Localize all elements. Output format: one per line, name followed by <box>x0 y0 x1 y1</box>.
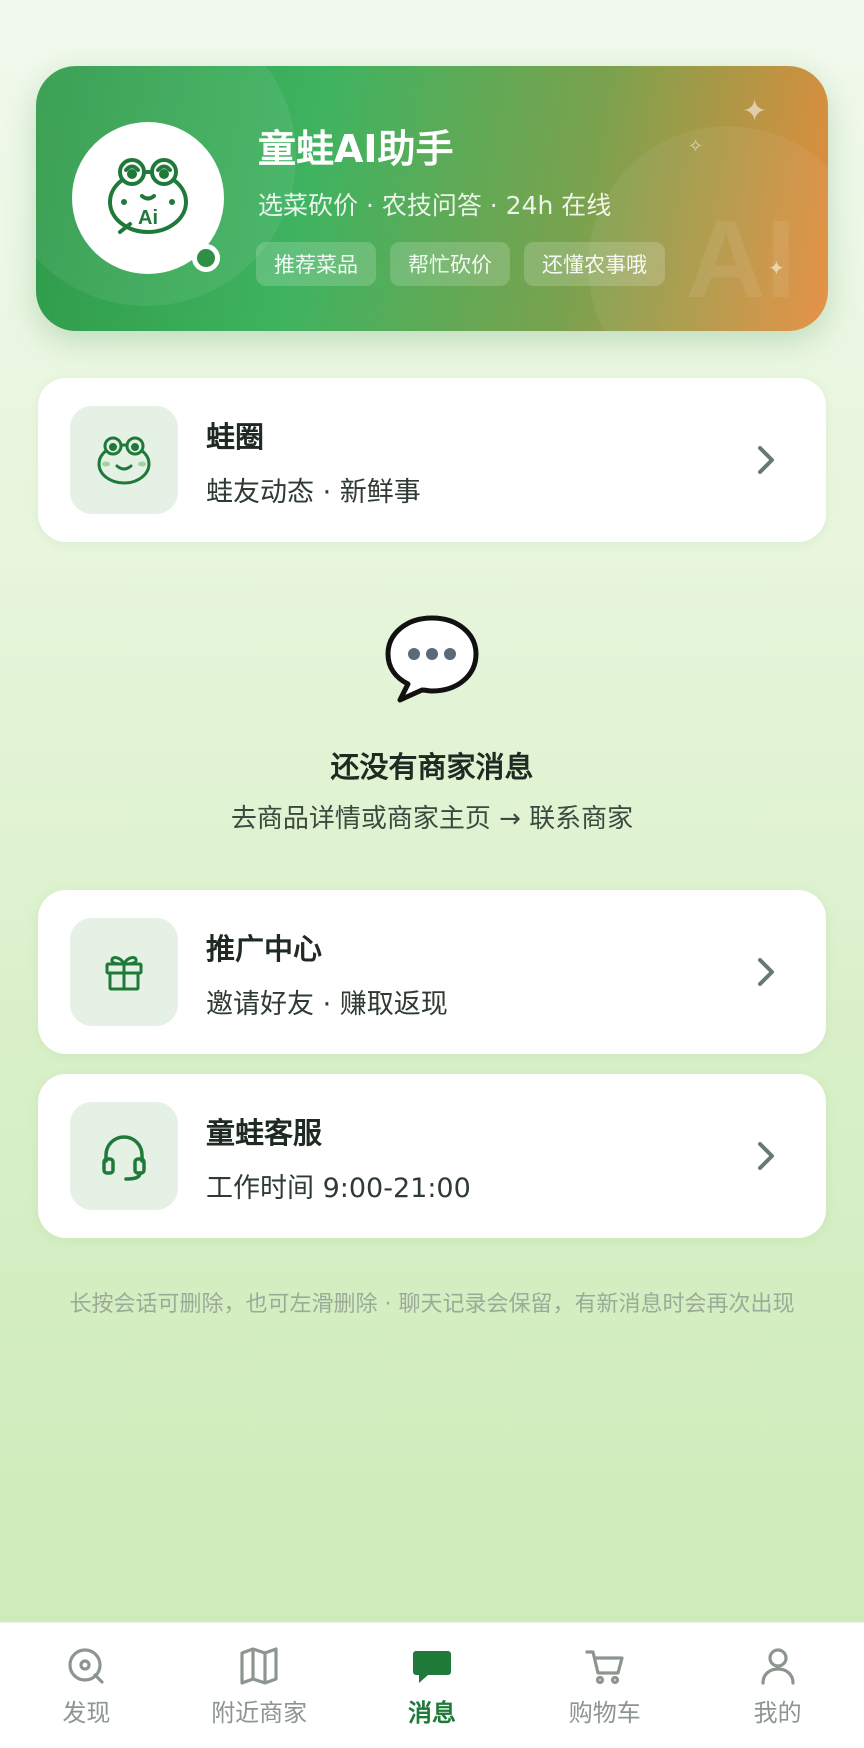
cart-icon <box>585 1650 624 1685</box>
sparkle-icon: ✦ <box>742 94 768 129</box>
profile-icon <box>760 1648 795 1685</box>
tab-profile[interactable]: 我的 <box>691 1623 864 1748</box>
card-title: 蛙圈 <box>206 420 265 454</box>
customer-service-card[interactable]: 童蛙客服 工作时间 9:00-21:00 <box>38 1074 826 1238</box>
gift-icon <box>105 956 143 991</box>
chip-recommend[interactable]: 推荐菜品 <box>256 242 376 286</box>
ai-assistant-card[interactable]: AI ✦ ✧ ✦ Ai 童蛙AI助手 选菜砍价 · 农技问答 · 24h 在线 … <box>36 66 828 331</box>
ai-title: 童蛙AI助手 <box>258 127 454 171</box>
frog-circle-card[interactable]: 蛙圈 蛙友动态 · 新鲜事 <box>38 378 826 542</box>
chip-bargain[interactable]: 帮忙砍价 <box>390 242 510 286</box>
ai-subtitle: 选菜砍价 · 农技问答 · 24h 在线 <box>258 191 612 220</box>
promotion-center-card[interactable]: 推广中心 邀请好友 · 赚取返现 <box>38 890 826 1054</box>
tab-cart[interactable]: 购物车 <box>518 1623 691 1748</box>
chevron-right-icon <box>758 958 774 986</box>
card-title: 童蛙客服 <box>206 1116 323 1150</box>
card-title: 推广中心 <box>206 932 323 966</box>
chevron-right-icon <box>758 446 774 474</box>
headset-icon <box>102 1135 146 1181</box>
delete-hint: 长按会话可删除，也可左滑删除 · 聊天记录会保留，有新消息时会再次出现 <box>69 1292 795 1317</box>
tab-label: 购物车 <box>568 1699 641 1727</box>
frog-ai-icon: Ai <box>108 158 188 234</box>
ai-chip-group: 推荐菜品 帮忙砍价 还懂农事哦 <box>256 242 665 286</box>
tab-label: 附近商家 <box>211 1699 308 1727</box>
tab-nearby-merchants[interactable]: 附近商家 <box>173 1623 346 1748</box>
frog-circle-icon-box <box>70 406 178 514</box>
promotion-icon-box <box>70 918 178 1026</box>
svg-text:Ai: Ai <box>138 207 158 229</box>
message-icon <box>412 1651 451 1683</box>
map-icon <box>240 1647 278 1685</box>
chevron-right-icon <box>758 1142 774 1170</box>
discover-icon <box>68 1648 104 1684</box>
empty-state-subtitle: 去商品详情或商家主页 → 联系商家 <box>230 804 634 834</box>
sparkle-icon: ✦ <box>768 256 785 280</box>
empty-state-title: 还没有商家消息 <box>330 750 534 784</box>
tab-messages[interactable]: 消息 <box>346 1623 519 1748</box>
frog-icon <box>97 436 151 485</box>
tab-label: 发现 <box>62 1699 111 1727</box>
chip-farming[interactable]: 还懂农事哦 <box>524 242 665 286</box>
card-subtitle: 邀请好友 · 赚取返现 <box>206 989 448 1020</box>
bottom-tab-bar: 发现 附近商家 消息 购物车 我的 <box>0 1622 864 1748</box>
card-subtitle: 蛙友动态 · 新鲜事 <box>206 477 421 508</box>
sparkle-icon: ✧ <box>688 136 704 157</box>
online-status-dot <box>192 244 220 272</box>
service-icon-box <box>70 1102 178 1210</box>
chat-bubble-icon <box>385 615 479 703</box>
tab-label: 消息 <box>407 1699 456 1727</box>
card-subtitle: 工作时间 9:00-21:00 <box>206 1173 471 1204</box>
tab-label: 我的 <box>753 1699 802 1727</box>
tab-discover[interactable]: 发现 <box>0 1623 173 1748</box>
